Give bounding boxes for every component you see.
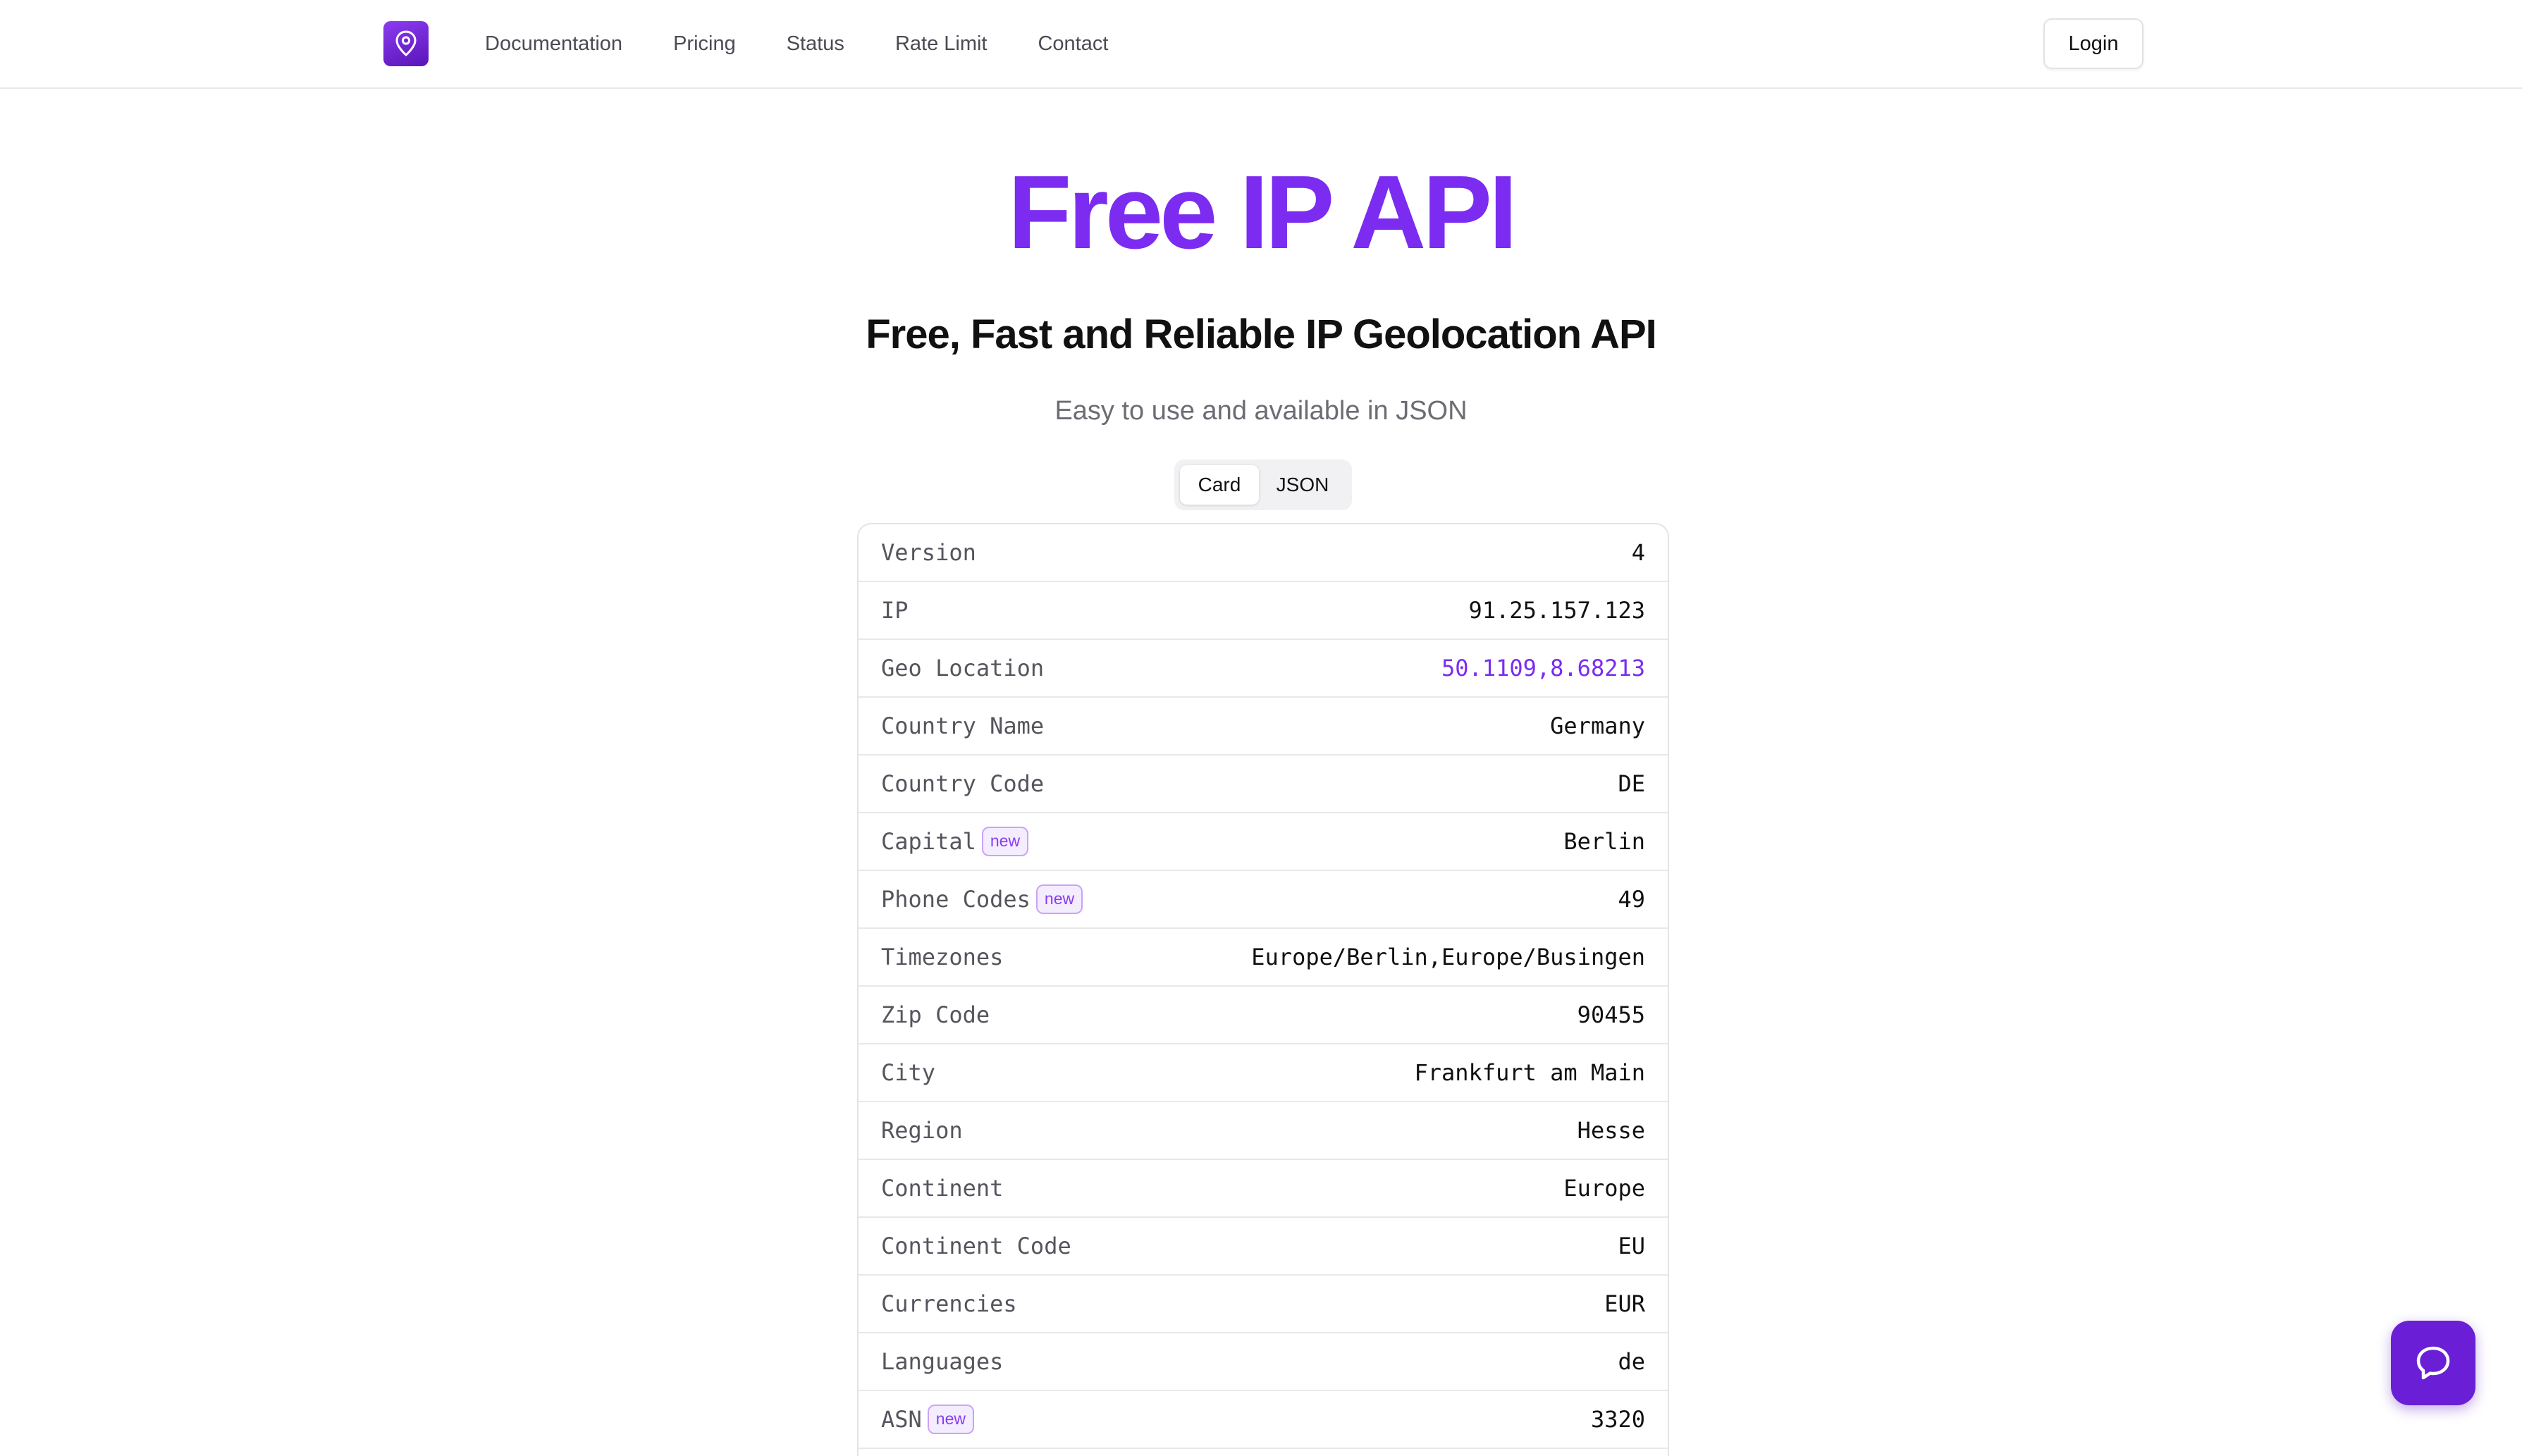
table-row: Geo Location 50.1109,8.68213	[859, 640, 1668, 698]
row-value: Germany	[1550, 712, 1645, 739]
view-toggle: Card JSON	[1174, 459, 1352, 510]
row-value: Hesse	[1577, 1117, 1645, 1144]
row-key: Geo Location	[881, 655, 1044, 681]
row-value: 90455	[1577, 1001, 1645, 1028]
row-key-label: Currencies	[881, 1290, 1017, 1317]
row-value: 49	[1618, 886, 1645, 913]
row-key-label: Continent Code	[881, 1233, 1071, 1259]
row-key: Languages	[881, 1348, 1003, 1375]
row-value: 91.25.157.123	[1468, 597, 1645, 624]
row-value: DE	[1618, 770, 1645, 797]
chat-launcher-button[interactable]	[2391, 1321, 2475, 1405]
nav-link-rate-limit[interactable]: Rate Limit	[895, 32, 988, 56]
row-value: 4	[1631, 539, 1645, 566]
table-row: City Frankfurt am Main	[859, 1044, 1668, 1102]
row-key: Currencies	[881, 1290, 1017, 1317]
nav-link-contact[interactable]: Contact	[1038, 32, 1108, 56]
row-key-label: IP	[881, 597, 909, 624]
row-value: Berlin	[1563, 828, 1645, 855]
row-value: de	[1618, 1348, 1645, 1375]
table-row: Version 4	[859, 524, 1668, 582]
row-value: Europe	[1563, 1175, 1645, 1202]
table-row: Country Name Germany	[859, 698, 1668, 755]
table-row: ASN new 3320	[859, 1391, 1668, 1449]
row-key: Country Name	[881, 712, 1044, 739]
page-tagline: Easy to use and available in JSON	[1054, 396, 1468, 426]
row-key: Timezones	[881, 944, 1003, 970]
row-key-label: Capital	[881, 828, 976, 855]
row-key-label: Languages	[881, 1348, 1004, 1375]
row-key: ASN new	[881, 1405, 974, 1434]
row-key: Capital new	[881, 827, 1029, 856]
new-badge: new	[927, 1405, 974, 1434]
row-key: Country Code	[881, 770, 1044, 797]
tab-card[interactable]: Card	[1180, 465, 1259, 505]
nav-link-pricing[interactable]: Pricing	[673, 32, 736, 56]
row-key-label: Country Name	[881, 712, 1045, 739]
table-row: Currencies EUR	[859, 1276, 1668, 1333]
row-key-label: Country Code	[881, 770, 1045, 797]
row-key: Continent Code	[881, 1233, 1071, 1259]
row-key-label: Version	[881, 539, 976, 566]
row-key: Version	[881, 539, 976, 566]
page-title: Free IP API	[1007, 154, 1518, 271]
row-value: Europe/Berlin,Europe/Busingen	[1251, 944, 1645, 970]
main-nav: Documentation Pricing Status Rate Limit Cont…	[485, 0, 1108, 87]
table-row: Region Hesse	[859, 1102, 1668, 1160]
navbar: Documentation Pricing Status Rate Limit Cont…	[0, 0, 2522, 89]
row-key-label: Continent	[881, 1175, 1004, 1202]
nav-link-documentation[interactable]: Documentation	[485, 32, 622, 56]
new-badge: new	[981, 827, 1029, 856]
row-key-label: City	[881, 1059, 936, 1086]
table-row: Zip Code 90455	[859, 987, 1668, 1044]
row-key: Continent	[881, 1175, 1003, 1202]
table-row: Continent Code EU	[859, 1218, 1668, 1276]
row-key: City	[881, 1059, 935, 1086]
row-key: IP	[881, 597, 909, 624]
table-row: Timezones Europe/Berlin,Europe/Busingen	[859, 929, 1668, 987]
row-key-label: Timezones	[881, 944, 1004, 970]
row-value: EUR	[1604, 1290, 1645, 1317]
table-row: Languages de	[859, 1333, 1668, 1391]
nav-link-status[interactable]: Status	[787, 32, 844, 56]
table-row: Country Code DE	[859, 755, 1668, 813]
login-button[interactable]: Login	[2043, 18, 2143, 69]
row-key-label: Phone Codes	[881, 886, 1031, 913]
table-row: Capital new Berlin	[859, 813, 1668, 871]
page-subtitle: Free, Fast and Reliable IP Geolocation A…	[866, 311, 1657, 357]
ip-info-table: Version 4 IP 91.25.157.123 Geo Location 50.11…	[857, 523, 1669, 1456]
new-badge: new	[1035, 884, 1083, 914]
row-key: Region	[881, 1117, 963, 1144]
table-row: Continent Europe	[859, 1160, 1668, 1218]
row-key-label: Region	[881, 1117, 963, 1144]
row-key-label: Geo Location	[881, 655, 1045, 681]
chat-bubble-icon	[2416, 1346, 2450, 1380]
row-key: Phone Codes new	[881, 884, 1083, 914]
geo-location-link[interactable]: 50.1109,8.68213	[1441, 655, 1645, 681]
table-row: Phone Codes new 49	[859, 871, 1668, 929]
tab-json[interactable]: JSON	[1262, 465, 1343, 505]
table-row: IP 91.25.157.123	[859, 582, 1668, 640]
row-key-label: Zip Code	[881, 1001, 990, 1028]
map-pin-icon	[395, 30, 417, 56]
site-logo[interactable]	[383, 21, 429, 66]
row-key: Zip Code	[881, 1001, 990, 1028]
row-key-label: ASN	[881, 1406, 922, 1433]
row-value: 3320	[1590, 1406, 1645, 1433]
row-value: EU	[1618, 1233, 1645, 1259]
row-value: Frankfurt am Main	[1414, 1059, 1645, 1086]
